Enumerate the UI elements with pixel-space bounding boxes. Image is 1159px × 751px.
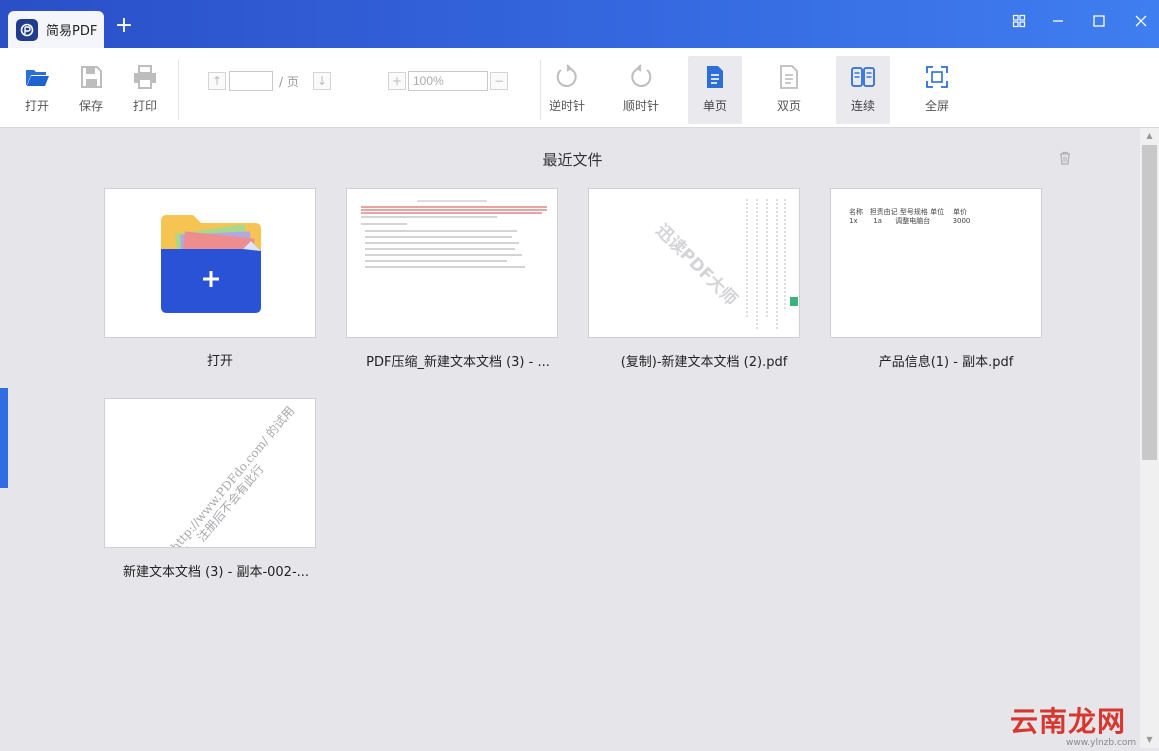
continuous-label: 连续 (850, 99, 875, 113)
printer-icon (131, 63, 159, 91)
recent-file-label: (复制)-新建文本文档 (2).pdf (620, 355, 788, 370)
scrollbar-thumb[interactable] (1142, 145, 1157, 460)
single-page-button[interactable]: 单页 (688, 56, 742, 124)
double-page-icon (775, 63, 803, 91)
trash-icon[interactable] (1057, 150, 1073, 166)
zoom-out-button[interactable]: − (490, 72, 508, 90)
recent-file-card[interactable]: 迅读PDF大师 (588, 188, 800, 338)
rotate-cw-button[interactable]: 顺时针 (614, 56, 668, 124)
document-thumbnail (361, 200, 547, 268)
previous-page-button[interactable]: ↑ (208, 72, 226, 90)
fullscreen-label: 全屏 (924, 99, 949, 113)
print-button[interactable]: 打印 (118, 56, 172, 124)
toolbar-divider (178, 60, 179, 120)
recent-files-title: 最近文件 (542, 151, 603, 169)
document-tab[interactable]: 简易PDF (8, 11, 104, 48)
toolbar: 打开 保存 打印 ↑ / 页 ↓ + − 逆时针 顺时针 单页 (0, 48, 1159, 128)
app-logo-icon (16, 18, 38, 41)
fullscreen-button[interactable]: 全屏 (910, 56, 964, 124)
recent-file-label: 新建文本文档 (3) - 副本-002-... (122, 565, 310, 580)
layout-icon[interactable] (1008, 10, 1030, 32)
maximize-icon[interactable] (1088, 10, 1110, 32)
double-page-label: 双页 (776, 99, 801, 113)
sidebar-toggle-handle[interactable] (0, 388, 8, 488)
scroll-up-icon[interactable]: ▲ (1140, 128, 1159, 144)
tab-title: 简易PDF (46, 24, 98, 39)
rotate-cw-icon (627, 63, 655, 91)
scroll-down-icon[interactable]: ▼ (1140, 732, 1159, 748)
open-file-label: 打开 (206, 354, 233, 369)
rotate-ccw-button[interactable]: 逆时针 (540, 56, 594, 124)
close-icon[interactable] (1130, 10, 1152, 32)
page-suffix: / 页 (279, 75, 299, 89)
site-watermark-url: www.ylnzb.com (1066, 738, 1137, 748)
thumbnail-table-row: 1x 1a 调整电脑台 3000 (849, 217, 971, 225)
save-icon (77, 63, 105, 91)
print-label: 打印 (132, 99, 157, 113)
folder-add-icon (159, 211, 263, 319)
open-button[interactable]: 打开 (10, 56, 64, 124)
recent-file-label: 产品信息(1) - 副本.pdf (878, 355, 1014, 370)
minimize-icon[interactable] (1047, 10, 1069, 32)
title-bar: 简易PDF + (0, 0, 1159, 48)
recent-file-card[interactable] (346, 188, 558, 338)
recent-file-label: PDF压缩_新建文本文档 (3) - ... (366, 355, 550, 370)
save-label: 保存 (78, 99, 103, 113)
new-tab-button[interactable]: + (114, 15, 134, 37)
recent-file-card[interactable]: http://www.PDFdo.com/ 的试用版，注册后不会有此行 (104, 398, 316, 548)
zoom-input[interactable] (408, 71, 488, 91)
save-button[interactable]: 保存 (64, 56, 118, 124)
site-watermark: 云南龙网 (1010, 705, 1127, 738)
rotate-ccw-icon (553, 63, 581, 91)
continuous-icon (849, 63, 877, 91)
single-page-icon (701, 63, 729, 91)
double-page-button[interactable]: 双页 (762, 56, 816, 124)
continuous-button[interactable]: 连续 (836, 56, 890, 124)
open-file-card[interactable] (104, 188, 316, 338)
rotate-ccw-label: 逆时针 (548, 99, 585, 113)
rotate-cw-label: 顺时针 (622, 99, 659, 113)
open-label: 打开 (24, 99, 49, 113)
single-page-label: 单页 (702, 99, 727, 113)
zoom-in-button[interactable]: + (388, 72, 406, 90)
thumbnail-watermark: http://www.PDFdo.com/ 的试用版，注册后不会有此行 (168, 403, 298, 548)
folder-open-icon (23, 63, 51, 91)
page-number-input[interactable] (229, 71, 273, 91)
fullscreen-icon (923, 63, 951, 91)
next-page-button[interactable]: ↓ (313, 72, 331, 90)
recent-file-card[interactable]: 名称 担责由记 型号规格 单位 单价 1x 1a 调整电脑台 3000 (830, 188, 1042, 338)
